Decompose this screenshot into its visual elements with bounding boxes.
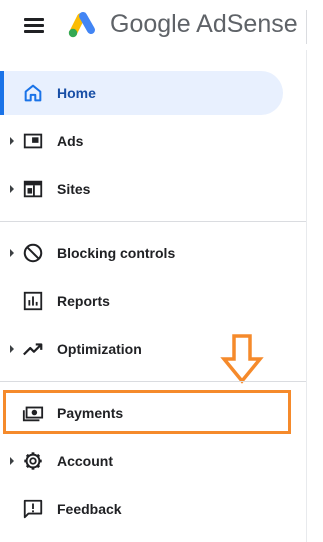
sidebar-item-label: Reports — [57, 293, 110, 309]
sidebar-item-blocking-controls[interactable]: Blocking controls — [0, 229, 300, 277]
sidebar-item-home[interactable]: Home — [0, 69, 300, 117]
sidebar-item-feedback[interactable]: Feedback — [0, 485, 300, 533]
header-divider — [306, 10, 307, 44]
brand-title: Google AdSense — [110, 10, 298, 38]
down-arrow-icon — [220, 334, 264, 384]
expand-arrow-icon[interactable] — [10, 137, 14, 145]
expand-arrow-icon[interactable] — [10, 185, 14, 193]
sidebar-item-label: Home — [57, 85, 96, 101]
sidebar-item-label: Ads — [57, 133, 84, 149]
sidebar-item-label: Optimization — [57, 341, 142, 357]
sidebar-item-label: Feedback — [57, 501, 122, 517]
gear-icon — [24, 452, 42, 470]
sidebar-item-ads[interactable]: Ads — [0, 117, 300, 165]
trending-up-icon — [23, 343, 43, 356]
sidebar-edge — [306, 50, 307, 542]
expand-arrow-icon[interactable] — [10, 249, 14, 257]
sidebar-item-label: Account — [57, 453, 113, 469]
sidebar-item-account[interactable]: Account — [0, 437, 300, 485]
ads-icon — [23, 133, 43, 149]
feedback-icon — [23, 499, 43, 519]
sidebar-item-label: Blocking controls — [57, 245, 176, 261]
sites-icon — [23, 180, 43, 198]
block-icon — [23, 243, 43, 263]
adsense-logo-icon — [68, 12, 95, 38]
payments-highlight-box — [3, 390, 291, 434]
expand-arrow-icon[interactable] — [10, 457, 14, 465]
reports-icon — [23, 291, 43, 311]
active-indicator — [0, 71, 4, 115]
section-divider — [0, 221, 306, 222]
sidebar-item-reports[interactable]: Reports — [0, 277, 300, 325]
section-divider — [0, 381, 306, 382]
expand-arrow-icon[interactable] — [10, 345, 14, 353]
hamburger-menu-icon[interactable] — [18, 12, 50, 38]
app-header: Google AdSense — [0, 0, 323, 50]
sidebar-item-label: Sites — [57, 181, 91, 197]
sidebar-item-sites[interactable]: Sites — [0, 165, 300, 213]
home-icon — [24, 84, 42, 102]
